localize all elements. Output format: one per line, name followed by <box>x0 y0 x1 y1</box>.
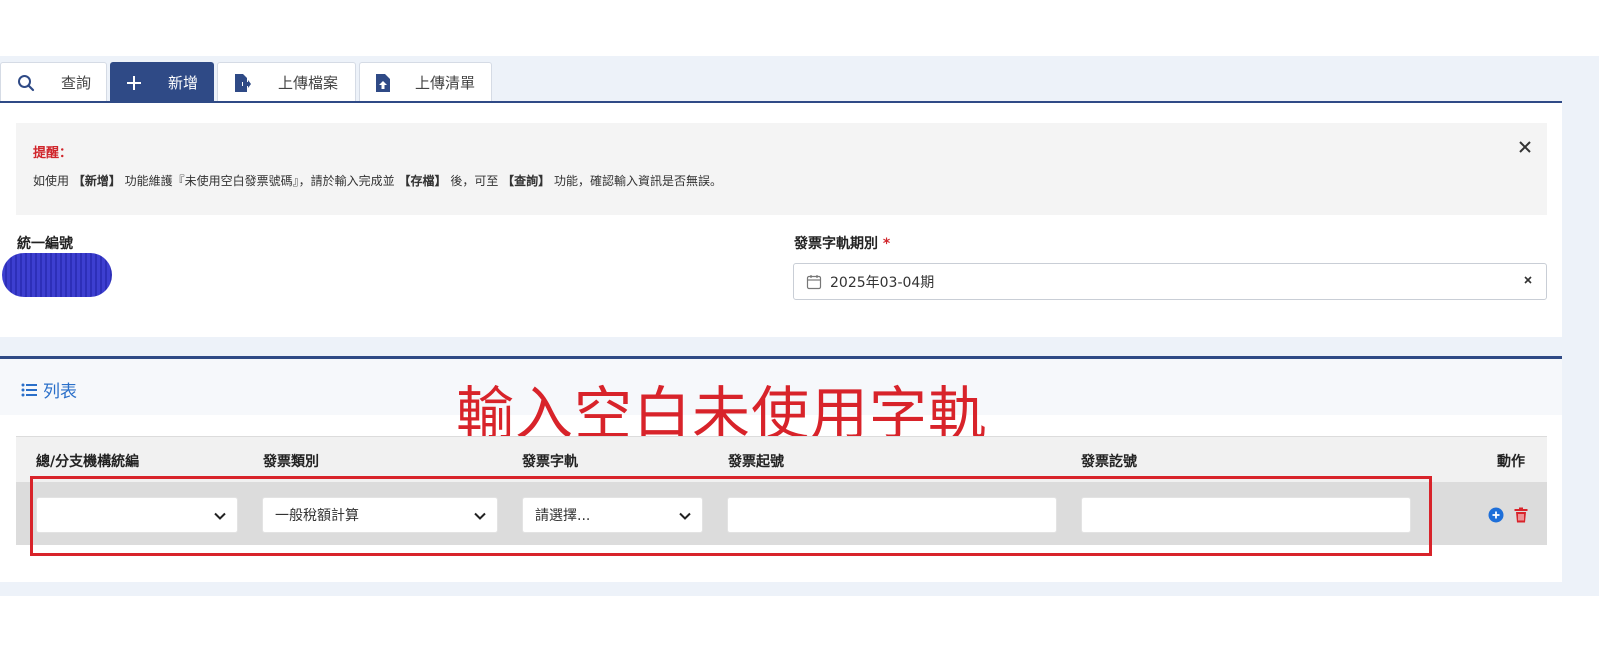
column-header: 發票字軌 <box>522 454 578 470</box>
form-card: 提醒： 如使用 【新增】 功能維護『未使用空白發票號碼』，請於輸入完成並 【存檔… <box>0 101 1562 337</box>
reminder-alert: 提醒： 如使用 【新增】 功能維護『未使用空白發票號碼』，請於輸入完成並 【存檔… <box>16 123 1547 215</box>
tab-upload-list-label: 上傳清單 <box>415 74 476 92</box>
tab-upload-list[interactable]: 上傳清單 <box>359 62 492 102</box>
file-export-icon <box>232 73 252 93</box>
tab-query-label: 查詢 <box>61 74 92 92</box>
list-title: 列表 <box>21 377 77 402</box>
tab-query[interactable]: 查詢 <box>0 62 107 102</box>
annotation-highlight-box <box>30 476 1432 556</box>
column-header: 動作 <box>1497 454 1525 470</box>
search-icon <box>16 73 36 93</box>
period-date-input[interactable]: 2025年03-04期 <box>793 263 1547 300</box>
period-label: 發票字軌期別 * <box>794 236 891 252</box>
tab-add-label: 新增 <box>168 74 199 92</box>
column-header: 發票訖號 <box>1081 454 1137 470</box>
clear-icon[interactable] <box>1522 274 1534 286</box>
tab-add[interactable]: 新增 <box>110 62 214 102</box>
alert-title: 提醒： <box>33 146 73 161</box>
trash-icon[interactable] <box>1513 507 1529 523</box>
period-value: 2025年03-04期 <box>830 274 935 291</box>
column-header: 總/分支機構統編 <box>36 454 140 470</box>
column-header: 發票起號 <box>728 454 784 470</box>
list-icon <box>21 382 37 398</box>
list-header: 列表 輸入空白未使用字軌 <box>0 359 1562 448</box>
list-title-label: 列表 <box>43 382 77 402</box>
column-header: 發票類別 <box>263 454 319 470</box>
calendar-icon <box>806 274 822 290</box>
plus-icon <box>124 73 144 93</box>
close-icon[interactable] <box>1517 139 1533 155</box>
tab-upload-file-label: 上傳檔案 <box>278 74 339 92</box>
redacted-tax-id <box>2 253 112 297</box>
tab-bar: 查詢 新增 上傳檔案 上傳清單 <box>0 62 492 102</box>
file-upload-icon <box>373 73 393 93</box>
add-row-icon[interactable] <box>1488 507 1504 523</box>
alert-message: 如使用 【新增】 功能維護『未使用空白發票號碼』，請於輸入完成並 【存檔】 後，… <box>33 174 722 188</box>
tax-id-label: 統一編號 <box>17 236 73 252</box>
tab-upload-file[interactable]: 上傳檔案 <box>217 62 356 102</box>
